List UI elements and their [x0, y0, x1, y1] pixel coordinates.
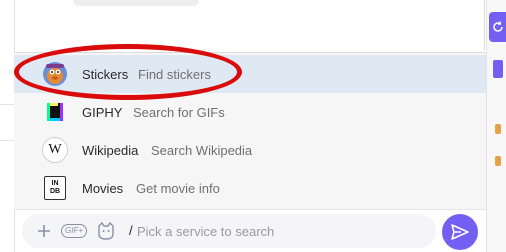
plus-icon[interactable] — [34, 222, 54, 240]
giphy-icon — [42, 99, 68, 125]
scrollbar-track[interactable] — [484, 0, 485, 50]
gif-icon[interactable]: GIF+ — [61, 222, 88, 240]
stickers-mascot-icon — [42, 61, 68, 87]
panel-avatar — [493, 60, 503, 78]
service-picker-menu: Stickers Find stickers GIPHY Search for … — [14, 52, 486, 210]
sticker-face-icon[interactable] — [96, 222, 116, 240]
service-item-wikipedia[interactable]: W Wikipedia Search Wikipedia — [14, 131, 486, 169]
wikipedia-glyph: W — [48, 142, 62, 157]
divider — [0, 140, 14, 141]
message-input[interactable] — [137, 222, 427, 240]
wikipedia-icon: W — [42, 137, 68, 163]
service-name: Wikipedia — [82, 143, 139, 158]
panel-badge — [495, 156, 501, 166]
service-name: Movies — [82, 181, 124, 196]
service-item-movies[interactable]: IN DB Movies Get movie info — [14, 169, 486, 207]
service-item-stickers[interactable]: Stickers Find stickers — [14, 55, 486, 93]
imdb-glyph-top: IN — [51, 180, 59, 187]
service-name: GIPHY — [82, 105, 123, 120]
imdb-icon: IN DB — [42, 175, 68, 201]
panel-badge — [495, 124, 501, 134]
service-description: Search Wikipedia — [151, 143, 253, 158]
imdb-glyph-bottom: DB — [49, 188, 61, 195]
service-description: Search for GIFs — [133, 105, 225, 120]
input-value: / — [129, 223, 133, 238]
divider — [0, 104, 14, 105]
send-button[interactable] — [442, 214, 478, 250]
service-description: Get movie info — [136, 181, 220, 196]
gif-label: GIF+ — [61, 224, 88, 238]
right-side-panel — [486, 0, 506, 252]
refresh-icon[interactable] — [489, 12, 506, 42]
service-item-giphy[interactable]: GIPHY Search for GIFs — [14, 93, 486, 131]
service-name: Stickers — [82, 67, 129, 82]
service-description: Find stickers — [138, 67, 211, 82]
left-sidebar-edge — [0, 0, 14, 252]
send-icon — [451, 224, 469, 240]
message-composer: GIF+ / — [22, 214, 436, 248]
message-bubble — [73, 0, 199, 6]
